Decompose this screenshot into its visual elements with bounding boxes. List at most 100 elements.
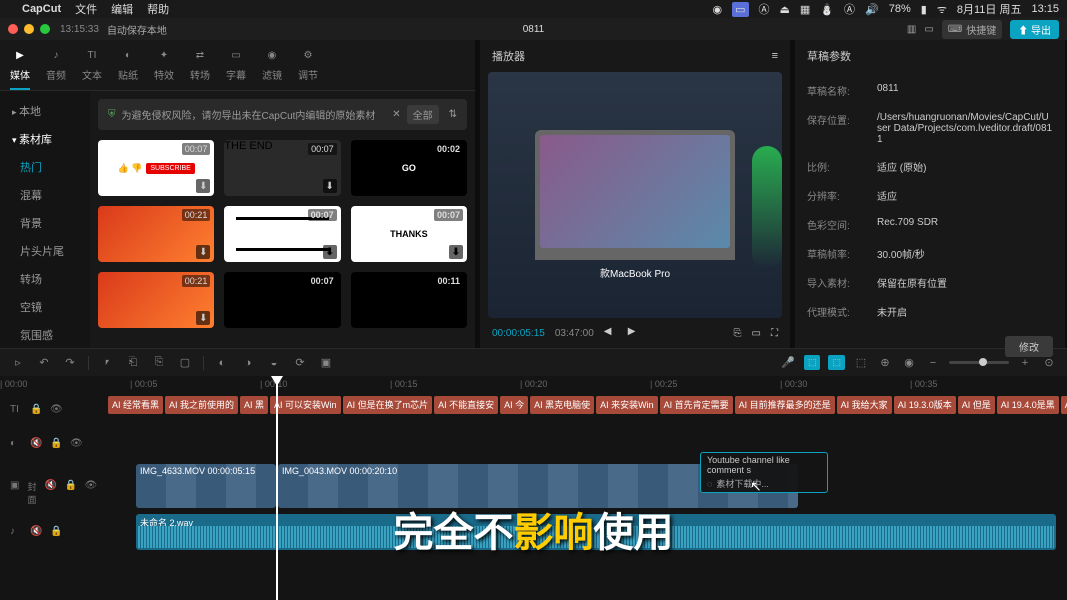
tab-字幕[interactable]: ▭字幕 (226, 46, 246, 90)
tool-icon[interactable]: ⟳ (292, 355, 308, 371)
link-icon[interactable]: ⬚ (853, 355, 869, 371)
text-clip[interactable]: AI 目前推荐最多的还是 (735, 396, 835, 414)
mute-icon[interactable]: 🔇 (30, 526, 42, 538)
redo-icon[interactable]: ↷ (62, 355, 78, 371)
download-icon[interactable]: ⬇ (196, 245, 210, 259)
layout-icon[interactable]: ▥ (907, 24, 916, 35)
asset-thumbnail[interactable]: THE END00:07⬇ (224, 140, 340, 196)
text-clip[interactable]: AI 但是 (958, 396, 995, 414)
magnet-icon[interactable]: ⬚ (804, 355, 821, 370)
audio-track-icon[interactable]: ♪ (10, 526, 22, 538)
text-clip[interactable]: AI 我给大家 (837, 396, 892, 414)
zoom-out-icon[interactable]: − (925, 355, 941, 371)
filter-icon[interactable]: ⇅ (449, 109, 457, 120)
sidebar-item[interactable]: 混幕 (0, 181, 90, 209)
timeline[interactable]: | 00:00| 00:05| 00:10| 00:15| 00:20| 00:… (0, 376, 1067, 600)
lock-icon[interactable]: 🔒 (64, 480, 76, 492)
lock-icon[interactable]: 🔒 (50, 438, 62, 450)
scan-icon[interactable]: ⎘ (734, 328, 742, 339)
sidebar-item[interactable]: 转场 (0, 265, 90, 293)
cover-icon[interactable]: ▣ (10, 480, 19, 492)
menu-file[interactable]: 文件 (75, 1, 97, 17)
eye-icon[interactable]: 👁 (50, 404, 62, 416)
ratio-icon[interactable]: ▭ (752, 328, 761, 339)
layout-icon[interactable]: ▭ (924, 24, 933, 35)
prev-frame-icon[interactable]: ◀ (604, 326, 618, 340)
zoom-in-icon[interactable]: + (1017, 355, 1033, 371)
mic-icon[interactable]: 🎤 (780, 355, 796, 371)
mute-icon[interactable]: 🔇 (30, 438, 42, 450)
zoom-slider[interactable] (949, 361, 1009, 364)
lock-icon[interactable]: 🔒 (50, 526, 62, 538)
text-clip[interactable]: AI 图片 (1061, 396, 1067, 414)
download-icon[interactable]: ⬇ (196, 311, 210, 325)
text-clip[interactable]: AI 不能直接安 (434, 396, 498, 414)
text-clip[interactable]: AI 我之前使用的 (165, 396, 238, 414)
close-icon[interactable]: ✕ (392, 109, 400, 120)
text-clip[interactable]: AI 可以安装Win (270, 396, 341, 414)
tab-音频[interactable]: ♪音频 (46, 46, 66, 90)
split-icon[interactable]: ⎖ (99, 355, 115, 371)
magnet-icon[interactable]: ⬚ (828, 355, 845, 370)
text-clip[interactable]: AI 今 (500, 396, 528, 414)
text-clip[interactable]: AI 来安装Win (596, 396, 658, 414)
volume-icon[interactable]: 🔊 (865, 3, 879, 16)
text-clip[interactable]: AI 黑 (240, 396, 268, 414)
export-button[interactable]: ⬆ 导出 (1010, 20, 1059, 39)
tab-转场[interactable]: ⇄转场 (190, 46, 210, 90)
status-icon[interactable]: ◉ (713, 3, 723, 16)
sidebar-local[interactable]: 本地 (0, 97, 90, 125)
split-left-icon[interactable]: ⎗ (125, 355, 141, 371)
text-clip[interactable]: AI 但是在换了m芯片 (343, 396, 433, 414)
playhead[interactable] (276, 376, 278, 600)
tab-贴纸[interactable]: ◐贴纸 (118, 46, 138, 90)
tab-媒体[interactable]: ▶媒体 (10, 46, 30, 90)
text-clip[interactable]: AI 首先肯定需要 (660, 396, 733, 414)
text-track-icon[interactable]: TI (10, 404, 22, 416)
download-icon[interactable]: ⬇ (196, 179, 210, 193)
asset-thumbnail[interactable]: 👍 👎SUBSCRIBE00:07⬇ (98, 140, 214, 196)
asset-thumbnail[interactable]: 00:07⬇ (224, 206, 340, 262)
snap-icon[interactable]: ⊕ (877, 355, 893, 371)
mute-icon[interactable]: 🔇 (44, 480, 56, 492)
download-icon[interactable]: ⬇ (323, 179, 337, 193)
preview-area[interactable] (488, 72, 782, 318)
status-icon[interactable]: ⛄ (820, 3, 834, 16)
asset-thumbnail[interactable]: THANKS00:07⬇ (351, 206, 467, 262)
video-clip[interactable]: IMG_4633.MOV 00:00:05:15 (136, 464, 276, 508)
tool-icon[interactable]: ◒ (266, 355, 282, 371)
lock-icon[interactable]: 🔒 (30, 404, 42, 416)
eye-icon[interactable]: 👁 (70, 438, 82, 450)
delete-icon[interactable]: ▢ (177, 355, 193, 371)
sidebar-item[interactable]: 背景 (0, 209, 90, 237)
tool-icon[interactable]: ◑ (240, 355, 256, 371)
status-icon[interactable]: ▦ (800, 3, 810, 16)
tool-icon[interactable]: ▣ (318, 355, 334, 371)
sticker-track-icon[interactable]: ◐ (10, 438, 22, 450)
preview-icon[interactable]: ◉ (901, 355, 917, 371)
shortcut-button[interactable]: ⌨快捷键 (942, 20, 1002, 39)
text-clip[interactable]: AI 19.4.0是黑 (997, 396, 1059, 414)
menu-edit[interactable]: 编辑 (111, 1, 133, 17)
download-icon[interactable]: ⬇ (449, 245, 463, 259)
status-icon[interactable]: Ⓐ (759, 1, 770, 17)
menu-help[interactable]: 帮助 (147, 1, 169, 17)
sidebar-item[interactable]: 片头片尾 (0, 237, 90, 265)
tab-文本[interactable]: TI文本 (82, 46, 102, 90)
wifi-icon[interactable]: ᯤ (937, 2, 947, 17)
asset-thumbnail[interactable]: 00:07⬇ (224, 272, 340, 328)
asset-thumbnail[interactable]: 00:21⬇ (98, 206, 214, 262)
play-icon[interactable]: ▶ (628, 326, 642, 340)
traffic-lights[interactable] (8, 24, 50, 34)
text-clip[interactable]: AI 黑克电脑使 (530, 396, 594, 414)
sidebar-library[interactable]: 素材库 (0, 125, 90, 153)
status-icon[interactable]: Ⓐ (844, 1, 855, 17)
app-name[interactable]: CapCut (22, 3, 61, 15)
select-tool-icon[interactable]: ▹ (10, 355, 26, 371)
sidebar-item[interactable]: 空镜 (0, 293, 90, 321)
download-icon[interactable]: ⬇ (323, 311, 337, 325)
asset-thumbnail[interactable]: 00:21⬇ (98, 272, 214, 328)
fit-icon[interactable]: ⊙ (1041, 355, 1057, 371)
tool-icon[interactable]: ◐ (214, 355, 230, 371)
text-clip[interactable]: AI 经常看黑 (108, 396, 163, 414)
